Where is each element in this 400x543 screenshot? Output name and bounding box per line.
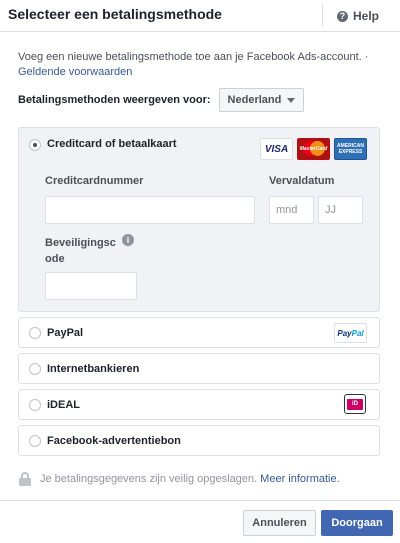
- payment-option-paypal[interactable]: PayPal Pay Pal: [18, 317, 380, 348]
- expiry-label: Vervaldatum: [269, 175, 335, 187]
- secure-text: Je betalingsgegevens zijn veilig opgesla…: [40, 473, 340, 485]
- country-select[interactable]: Nederland: [218, 88, 305, 112]
- country-filter-label: Betalingsmethoden weergeven voor:: [18, 94, 211, 106]
- internet-banking-label: Internetbankieren: [47, 363, 140, 375]
- payment-option-ideal[interactable]: iDEAL iD: [18, 389, 380, 420]
- intro-text-block: Voeg een nieuwe betalingsmethode toe aan…: [18, 50, 382, 80]
- header-divider: [322, 4, 323, 26]
- cancel-button[interactable]: Annuleren: [243, 510, 316, 536]
- card-number-label: Creditcardnummer: [45, 175, 144, 187]
- expiry-year-input[interactable]: [318, 196, 363, 224]
- credit-card-label: Creditcard of betaalkaart: [47, 138, 177, 150]
- terms-link[interactable]: Geldende voorwaarden: [18, 66, 132, 78]
- security-code-label: Beveiligingsc ode: [45, 237, 116, 265]
- security-code-input[interactable]: [45, 272, 137, 300]
- country-filter: Betalingsmethoden weergeven voor: Nederl…: [18, 87, 382, 113]
- mastercard-logo: MasterCard: [297, 138, 330, 160]
- dialog-header: Selecteer een betalingsmethode ? Help: [0, 0, 400, 32]
- ideal-label: iDEAL: [47, 399, 80, 411]
- visa-logo: VISA: [260, 138, 293, 160]
- country-select-value: Nederland: [227, 94, 282, 106]
- intro-text: Voeg een nieuwe betalingsmethode toe aan…: [18, 51, 369, 63]
- ideal-logo: iD: [344, 394, 366, 414]
- question-circle-icon: ?: [337, 10, 348, 22]
- secure-notice: Je betalingsgegevens zijn veilig opgesla…: [18, 472, 340, 486]
- payment-option-internet-banking[interactable]: Internetbankieren: [18, 353, 380, 384]
- paypal-label: PayPal: [47, 327, 84, 339]
- lock-icon: [18, 472, 32, 486]
- more-info-link[interactable]: Meer informatie.: [260, 473, 339, 485]
- dialog-title: Selecteer een betalingsmethode: [8, 6, 222, 22]
- info-icon[interactable]: i: [122, 234, 134, 246]
- dialog-footer: Annuleren Doorgaan: [0, 500, 400, 543]
- ad-coupon-label: Facebook-advertentiebon: [47, 435, 181, 447]
- payment-method-dialog: Selecteer een betalingsmethode ? Help Vo…: [0, 0, 400, 543]
- payment-option-ad-coupon[interactable]: Facebook-advertentiebon: [18, 425, 380, 456]
- credit-card-radio[interactable]: [29, 139, 41, 151]
- amex-logo: AMERICAN EXPRESS: [334, 138, 367, 160]
- continue-button[interactable]: Doorgaan: [321, 510, 393, 536]
- paypal-radio[interactable]: [29, 327, 41, 339]
- expiry-month-input[interactable]: [269, 196, 314, 224]
- help-button[interactable]: ? Help: [337, 8, 379, 24]
- caret-down-icon: [287, 97, 296, 103]
- card-number-input[interactable]: [45, 196, 255, 224]
- payment-option-credit-card[interactable]: Creditcard of betaalkaart VISA MasterCar…: [18, 127, 380, 312]
- internet-banking-radio[interactable]: [29, 363, 41, 375]
- ideal-radio[interactable]: [29, 399, 41, 411]
- help-label: Help: [353, 9, 380, 23]
- paypal-logo: Pay Pal: [334, 323, 367, 343]
- ad-coupon-radio[interactable]: [29, 435, 41, 447]
- card-logos: VISA MasterCard AMERICAN EXPRESS: [260, 138, 367, 160]
